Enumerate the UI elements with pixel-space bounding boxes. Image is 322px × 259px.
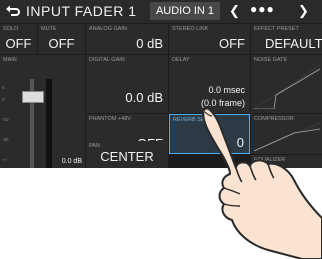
chevron-right-icon[interactable]: ❯ — [298, 3, 309, 19]
stereo-link-label: STEREO LINK — [172, 26, 209, 32]
stereo-link-value: OFF — [219, 36, 245, 51]
stereo-link-button[interactable]: STEREO LINK OFF — [169, 24, 250, 54]
delay-value-msec: 0.0 msec — [208, 85, 245, 95]
page-title: INPUT FADER 1 — [26, 3, 137, 19]
digital-gain-label: DIGITAL GAIN — [89, 57, 125, 63]
back-arrow-icon[interactable] — [5, 3, 21, 19]
analog-gain-value: 0 dB — [136, 36, 163, 51]
fader-scale-10: -10 — [2, 117, 9, 122]
fader-scale-inf: -∞ — [2, 157, 7, 162]
digital-gain-button[interactable]: DIGITAL GAIN 0.0 dB — [86, 55, 168, 113]
phantom-label: PHANTOM +48V — [89, 116, 131, 122]
tab-audio-in-1[interactable]: AUDIO IN 1 — [150, 2, 220, 20]
main-fader-panel: MAIN 6 0 -10 -30 -∞ 0.0 dB — [0, 55, 85, 168]
mute-button[interactable]: MUTE OFF — [38, 24, 85, 54]
pan-cell[interactable]: PAN CENTER — [86, 141, 168, 168]
effect-preset-button[interactable]: EFFECT PRESET DEFAULT — [251, 24, 322, 54]
fader-scale-6: 6 — [2, 85, 5, 90]
fader-scale-0: 0 — [2, 97, 5, 102]
main-label: MAIN — [3, 57, 17, 63]
noise-gate-label: NOISE GATE — [254, 57, 288, 63]
solo-label: SOLO — [3, 26, 19, 32]
delay-label: DELAY — [172, 57, 190, 63]
level-meter — [46, 79, 52, 168]
analog-gain-button[interactable]: ANALOG GAIN 0 dB — [86, 24, 168, 54]
pan-value: CENTER — [100, 149, 154, 164]
fader-scale-30: -30 — [2, 137, 9, 142]
effect-preset-value: DEFAULT — [265, 36, 322, 51]
fader-knob[interactable] — [22, 91, 44, 103]
main-value: 0.0 dB — [61, 158, 82, 165]
page-dots: ●●● — [250, 2, 275, 16]
analog-gain-label: ANALOG GAIN — [89, 26, 127, 32]
pointing-hand-icon — [202, 107, 322, 259]
header-bar: INPUT FADER 1 AUDIO IN 1 ❮ ●●● ❯ — [0, 0, 322, 23]
chevron-left-icon[interactable]: ❮ — [229, 3, 240, 19]
mute-value: OFF — [48, 36, 75, 51]
effect-preset-label: EFFECT PRESET — [254, 26, 299, 32]
digital-gain-value: 0.0 dB — [125, 90, 163, 105]
mute-label: MUTE — [41, 26, 57, 32]
solo-value: OFF — [5, 36, 32, 51]
solo-button[interactable]: SOLO OFF — [0, 24, 37, 54]
